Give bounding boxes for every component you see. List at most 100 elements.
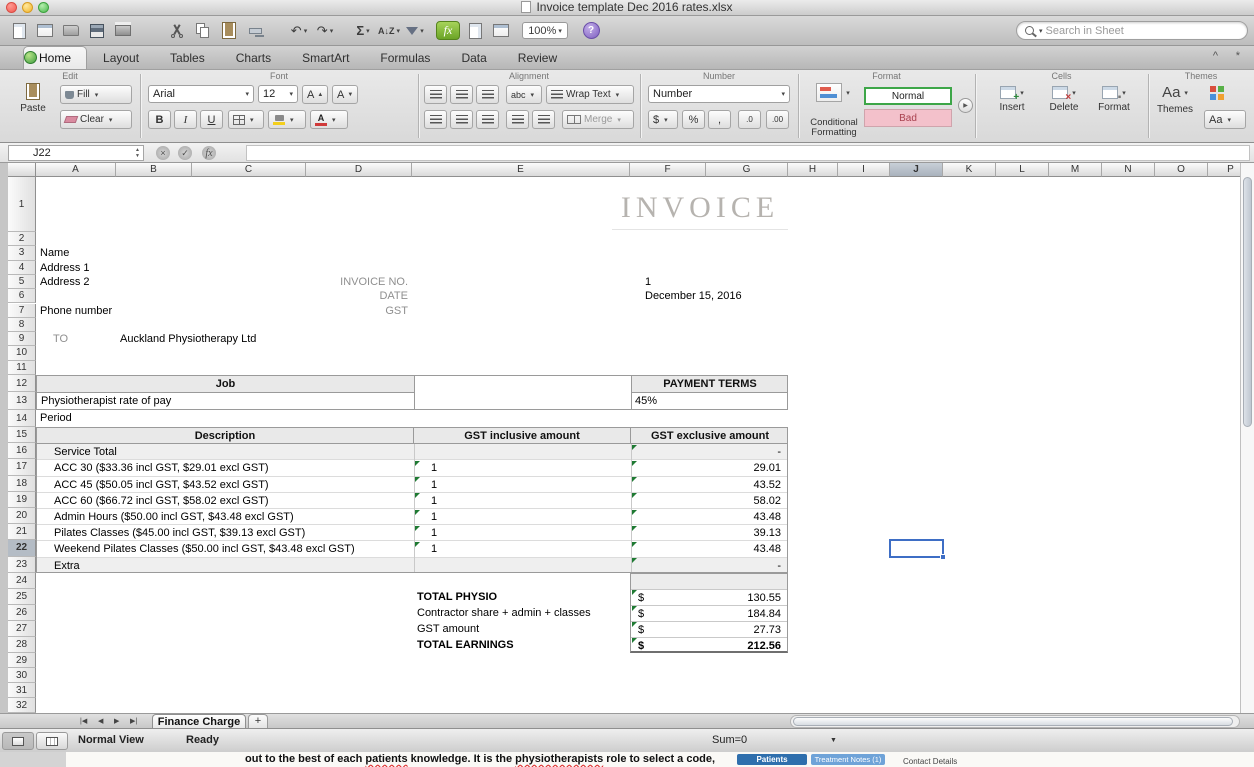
help-button[interactable]: ?: [580, 19, 602, 43]
row-header-27[interactable]: 27: [8, 621, 36, 637]
save-button[interactable]: [86, 19, 108, 43]
row-header-7[interactable]: 7: [8, 303, 36, 318]
wrap-text-button[interactable]: Wrap Text ▾: [546, 85, 634, 104]
row-header-11[interactable]: 11: [8, 360, 36, 375]
row-header-13[interactable]: 13: [8, 392, 36, 410]
invoice-no-value[interactable]: 1: [645, 275, 651, 289]
row-header-18[interactable]: 18: [8, 475, 36, 492]
row-header-4[interactable]: 4: [8, 260, 36, 275]
column-header-o[interactable]: O: [1155, 163, 1208, 177]
filter-dropdown-icon[interactable]: ▾: [420, 27, 424, 35]
decrease-decimal-button[interactable]: .00: [766, 110, 789, 129]
row-header-14[interactable]: 14: [8, 409, 36, 427]
column-header-b[interactable]: B: [116, 163, 192, 177]
fill-button[interactable]: Fill ▾: [60, 85, 132, 104]
normal-view-button[interactable]: [2, 732, 34, 750]
bold-button[interactable]: B: [148, 110, 171, 129]
font-color-button[interactable]: A ▾: [310, 110, 348, 129]
delete-cells-button[interactable]: × ▾ Delete: [1041, 86, 1087, 113]
row-header-16[interactable]: 16: [8, 443, 36, 460]
total-amount-row[interactable]: $27.73: [631, 622, 787, 638]
comma-format-button[interactable]: ,: [708, 110, 731, 129]
column-header-f[interactable]: F: [630, 163, 706, 177]
fill-handle[interactable]: [940, 553, 946, 560]
row-header-6[interactable]: 6: [8, 289, 36, 304]
collapse-ribbon-icon[interactable]: ^: [1213, 50, 1218, 62]
job-header-cell[interactable]: Job: [37, 376, 414, 394]
italic-button[interactable]: I: [174, 110, 197, 129]
select-all-corner[interactable]: [8, 163, 36, 177]
row-header-28[interactable]: 28: [8, 637, 36, 653]
search-scope-dropdown-icon[interactable]: ▾: [1039, 27, 1043, 35]
invoice-date-value[interactable]: December 15, 2016: [645, 289, 742, 303]
ribbon-tab-layout[interactable]: Layout: [88, 47, 154, 69]
payment-terms-header-cell[interactable]: PAYMENT TERMS: [631, 376, 787, 394]
row-header-8[interactable]: 8: [8, 317, 36, 333]
column-header-g[interactable]: G: [706, 163, 788, 177]
zoom-select[interactable]: 100% ▾: [522, 22, 569, 39]
merge-button[interactable]: Merge ▾: [562, 110, 634, 129]
clear-button[interactable]: Clear ▾: [60, 110, 132, 129]
ribbon-settings-icon[interactable]: *: [1236, 50, 1240, 62]
ribbon-tab-tables[interactable]: Tables: [155, 47, 220, 69]
total-amount-row[interactable]: $184.84: [631, 606, 787, 622]
print-preview-button[interactable]: [490, 19, 512, 43]
to-name[interactable]: Auckland Physiotherapy Ltd: [120, 332, 256, 346]
new-workbook-button[interactable]: [8, 19, 30, 43]
invoice-item-row[interactable]: ACC 30 ($33.36 incl GST, $29.01 excl GST…: [37, 460, 787, 477]
invoice-item-row[interactable]: Extra -: [37, 557, 787, 572]
conditional-formatting-button[interactable]: ▾: [808, 83, 858, 102]
copy-button[interactable]: [192, 19, 214, 43]
row-header-5[interactable]: 5: [8, 274, 36, 290]
column-header-d[interactable]: D: [306, 163, 412, 177]
row-header-1[interactable]: 1: [8, 177, 36, 232]
background-tab-treatment-notes[interactable]: Treatment Notes (1): [811, 754, 885, 765]
row-header-20[interactable]: 20: [8, 508, 36, 525]
percent-format-button[interactable]: %: [682, 110, 705, 129]
row-header-26[interactable]: 26: [8, 605, 36, 621]
more-styles-button[interactable]: ▶: [958, 98, 973, 113]
themes-button[interactable]: Aa ▾ Themes: [1152, 84, 1198, 115]
sort-dropdown-icon[interactable]: ▾: [397, 27, 401, 35]
background-contact-details[interactable]: Contact Details: [903, 757, 957, 766]
column-header-h[interactable]: H: [788, 163, 838, 177]
invoice-item-row[interactable]: Pilates Classes ($45.00 incl GST, $39.13…: [37, 525, 787, 542]
sheet-tab-finance-charge[interactable]: Finance Charge: [152, 714, 246, 729]
insert-cells-button[interactable]: + ▾ Insert: [989, 86, 1035, 113]
zoom-dropdown-icon[interactable]: ▾: [558, 27, 562, 35]
invoice-item-row[interactable]: Service Total -: [37, 444, 787, 461]
invoice-item-row[interactable]: Weekend Pilates Classes ($50.00 incl GST…: [37, 541, 787, 558]
ribbon-tab-formulas[interactable]: Formulas: [365, 47, 445, 69]
row-header-12[interactable]: 12: [8, 375, 36, 393]
rate-label-cell[interactable]: Physiotherapist rate of pay: [41, 393, 171, 408]
autosum-button[interactable]: Σ ▾: [352, 19, 374, 43]
page-layout-view-button[interactable]: [36, 732, 68, 750]
cell-style-bad[interactable]: Bad: [864, 109, 952, 127]
show-formulas-button[interactable]: [464, 19, 486, 43]
ribbon-tab-charts[interactable]: Charts: [221, 47, 286, 69]
decrease-font-button[interactable]: A ▼: [332, 85, 358, 104]
increase-decimal-button[interactable]: .0: [738, 110, 761, 129]
row-header-9[interactable]: 9: [8, 332, 36, 347]
total-amount-row[interactable]: $212.56: [631, 638, 787, 651]
ribbon-tab-data[interactable]: Data: [446, 47, 501, 69]
paste-toolbar-button[interactable]: [218, 19, 240, 43]
underline-button[interactable]: U: [200, 110, 223, 129]
ribbon-tab-review[interactable]: Review: [503, 47, 572, 69]
align-left-button[interactable]: [424, 110, 447, 129]
add-sheet-button[interactable]: +: [248, 714, 268, 729]
search-input[interactable]: ▾ Search in Sheet: [1016, 21, 1248, 40]
invoice-item-row[interactable]: ACC 60 ($66.72 incl GST, $58.02 excl GST…: [37, 493, 787, 509]
autosum-dropdown-icon[interactable]: ▾: [366, 27, 370, 35]
vertical-scrollbar[interactable]: [1240, 163, 1254, 713]
invoice-item-row[interactable]: ACC 45 ($50.05 incl GST, $43.52 excl GST…: [37, 477, 787, 493]
row-header-31[interactable]: 31: [8, 683, 36, 698]
theme-fonts-button[interactable]: Aa ▾: [1204, 110, 1246, 129]
increase-font-button[interactable]: A ▲: [302, 85, 328, 104]
column-header-a[interactable]: A: [36, 163, 116, 177]
templates-button[interactable]: [34, 19, 56, 43]
align-right-button[interactable]: [476, 110, 499, 129]
filter-button[interactable]: ▾: [404, 19, 426, 43]
next-sheet-icon[interactable]: ▶: [114, 717, 119, 725]
format-cells-button[interactable]: ▪ ▾ Format: [1091, 86, 1137, 113]
